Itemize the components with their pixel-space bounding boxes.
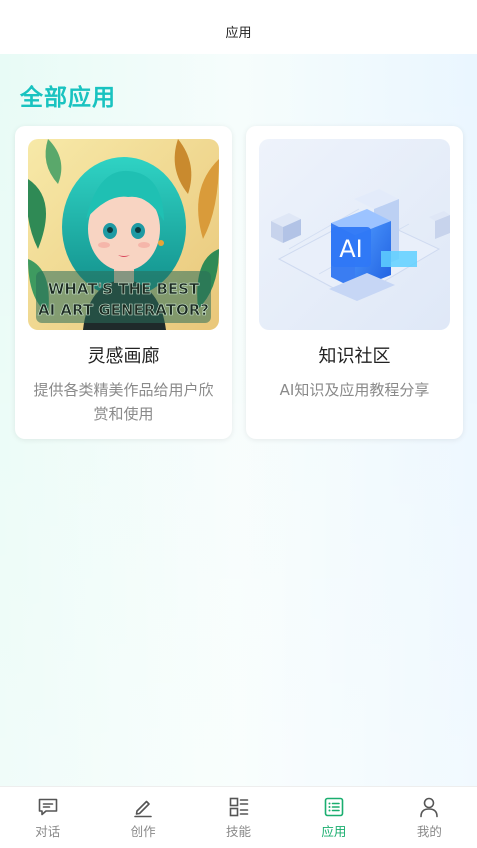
app-name: 灵感画廊	[87, 346, 160, 367]
tab-label: 技能	[226, 824, 252, 839]
tab-label: 应用	[321, 824, 347, 839]
tab-apps[interactable]: 应用	[286, 787, 381, 848]
thumbnail-ai-badge: AI	[339, 235, 363, 263]
app-name: 知识社区	[318, 346, 391, 367]
anime-girl-artwork: WHAT'S THE BEST AI ART GENERATOR?	[28, 139, 219, 330]
app-card-inspiration-gallery[interactable]: WHAT'S THE BEST AI ART GENERATOR? 灵感画廊 提…	[15, 126, 232, 439]
thumbnail-text-line2: AI ART GENERATOR?	[38, 301, 209, 319]
tab-mine[interactable]: 我的	[382, 787, 477, 848]
tab-create[interactable]: 创作	[95, 787, 190, 848]
ai-cube-illustration: AI	[259, 139, 450, 330]
tab-chat[interactable]: 对话	[0, 787, 95, 848]
app-list-icon	[324, 797, 344, 817]
main-content: 全部应用 WHAT'S THE BEST AI ART GENERATOR? 灵…	[0, 54, 477, 786]
app-thumbnail-gallery: WHAT'S THE BEST AI ART GENERATOR?	[28, 139, 219, 330]
page-title: 应用	[225, 25, 252, 41]
tab-label: 创作	[130, 824, 156, 839]
chat-icon	[38, 798, 58, 816]
bottom-tab-bar: 对话 创作 技能 应用 我的	[0, 786, 477, 848]
grid-list-icon	[229, 797, 248, 817]
app-description: 提供各类精美作品给用户欣赏和使用	[33, 381, 214, 423]
app-card-knowledge-community[interactable]: AI 知识社区 AI知识及应用教程分享	[246, 126, 463, 439]
top-bar: 应用	[0, 0, 477, 54]
tab-label: 对话	[35, 824, 61, 839]
app-description: AI知识及应用教程分享	[279, 381, 430, 399]
user-icon	[420, 797, 439, 818]
tab-label: 我的	[416, 824, 442, 839]
tab-skills[interactable]: 技能	[191, 787, 286, 848]
thumbnail-text-line1: WHAT'S THE BEST	[48, 280, 200, 298]
app-thumbnail-knowledge: AI	[259, 139, 450, 330]
section-title: 全部应用	[20, 85, 116, 111]
pen-icon	[134, 800, 152, 818]
